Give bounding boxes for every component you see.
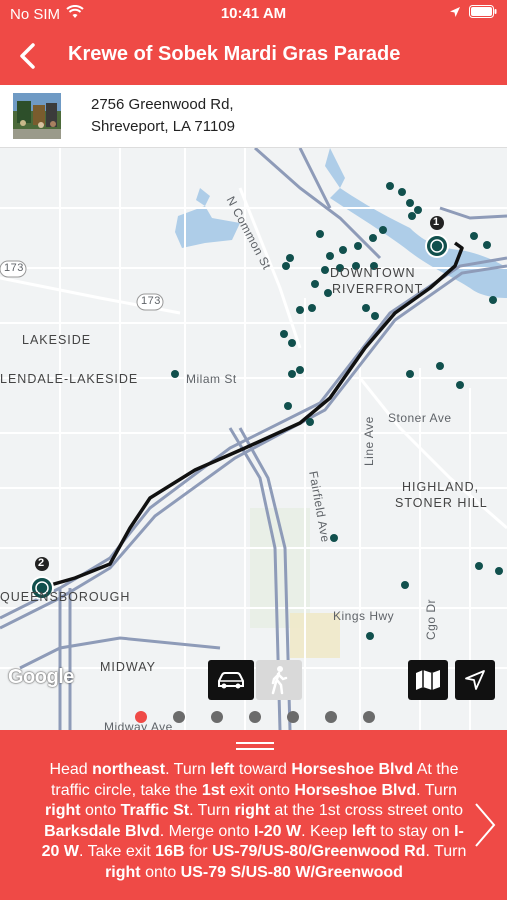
event-thumbnail[interactable] bbox=[13, 93, 61, 139]
map-label-downtown: DOWNTOWN bbox=[330, 266, 416, 280]
map-label-riverfront: RIVERFRONT bbox=[332, 282, 424, 296]
map-label-highland-1: HIGHLAND, bbox=[402, 480, 480, 494]
page-title: Krewe of Sobek Mardi Gras Parade bbox=[68, 43, 401, 65]
page-dot[interactable] bbox=[249, 711, 261, 723]
direction-text-segment: . Keep bbox=[301, 822, 352, 840]
nav-bar: Krewe of Sobek Mardi Gras Parade bbox=[0, 28, 507, 85]
address-line-1: 2756 Greenwood Rd, bbox=[91, 96, 234, 113]
map-label-line-ave: Line Ave bbox=[362, 416, 376, 466]
map-label-milam: Milam St bbox=[186, 372, 237, 386]
direction-keyword: left bbox=[351, 822, 376, 840]
status-bar: No SIM 10:41 AM bbox=[0, 0, 507, 28]
map-label-lakeside: LAKESIDE bbox=[22, 333, 92, 347]
map-label-highland-2: STONER HILL bbox=[395, 496, 488, 510]
walking-person-icon bbox=[271, 666, 288, 695]
address-bar: 2756 Greenwood Rd, Shreveport, LA 71109 bbox=[0, 85, 507, 148]
start-marker-number: 1 bbox=[433, 216, 440, 228]
location-arrow-icon bbox=[449, 5, 461, 22]
direction-text-segment: toward bbox=[234, 761, 292, 778]
direction-keyword: I-20 W bbox=[254, 822, 302, 840]
direction-keyword: right bbox=[234, 802, 270, 819]
direction-keyword: US-79 S/US-80 W/Greenwood bbox=[180, 863, 403, 881]
page-dot[interactable] bbox=[363, 711, 375, 723]
direction-text-segment: at the 1st cross street onto bbox=[269, 802, 463, 819]
direction-text-segment: onto bbox=[140, 863, 181, 881]
directions-panel[interactable]: Head northeast. Turn left toward Horsesh… bbox=[0, 730, 507, 900]
direction-text-segment: . Turn bbox=[189, 802, 235, 819]
driving-mode-button[interactable] bbox=[208, 660, 254, 700]
map-label-hwy173-a: 173 bbox=[4, 262, 24, 274]
page-indicator bbox=[0, 708, 507, 726]
direction-text-segment: . Turn bbox=[416, 781, 458, 799]
page-dot[interactable] bbox=[211, 711, 223, 723]
next-step-button[interactable] bbox=[470, 800, 500, 850]
direction-text-segment: exit onto bbox=[224, 781, 295, 799]
direction-keyword: 16B bbox=[155, 843, 185, 860]
drag-handle[interactable] bbox=[236, 742, 274, 752]
direction-keyword: right bbox=[45, 802, 81, 819]
direction-keyword: Barksdale Blvd bbox=[44, 822, 160, 840]
clock: 10:41 AM bbox=[220, 5, 287, 22]
map-label-queensborough: QUEENSBOROUGH bbox=[0, 590, 131, 604]
map-label-midway: MIDWAY bbox=[100, 660, 156, 674]
direction-keyword: Horseshoe Blvd bbox=[291, 761, 414, 778]
page-dot[interactable] bbox=[325, 711, 337, 723]
direction-text-segment: onto bbox=[80, 802, 121, 819]
address-text: 2756 Greenwood Rd, Shreveport, LA 71109 bbox=[91, 94, 235, 138]
map-label-hwy173-b: 173 bbox=[141, 295, 161, 307]
car-icon bbox=[218, 672, 244, 689]
page-dot[interactable] bbox=[173, 711, 185, 723]
page-dot[interactable] bbox=[287, 711, 299, 723]
route-map[interactable]: 1 2 N Common St DOWNTOWN RIVERFRONT 173 … bbox=[0, 148, 507, 730]
map-label-glendale: LENDALE-LAKESIDE bbox=[0, 372, 139, 386]
address-line-2: Shreveport, LA 71109 bbox=[91, 118, 235, 135]
chevron-right-icon bbox=[475, 803, 496, 847]
direction-keyword: Traffic St bbox=[120, 802, 190, 819]
map-label-cgo-dr: Cgo Dr bbox=[424, 598, 438, 640]
back-button[interactable] bbox=[12, 40, 42, 72]
direction-keyword: left bbox=[210, 761, 235, 778]
my-location-button[interactable] bbox=[455, 660, 495, 700]
direction-keyword: US-79/US-80/Greenwood Rd bbox=[212, 843, 426, 860]
map-type-button[interactable] bbox=[408, 660, 448, 700]
direction-keyword: 1st bbox=[201, 781, 225, 799]
end-marker-number: 2 bbox=[38, 557, 45, 569]
direction-text-segment: to stay on bbox=[375, 822, 455, 840]
direction-text-segment: for bbox=[184, 843, 213, 860]
battery-icon bbox=[469, 5, 497, 22]
direction-keyword: northeast bbox=[92, 761, 166, 778]
direction-text-segment: . Turn bbox=[165, 761, 211, 778]
direction-keyword: Horseshoe Blvd bbox=[294, 781, 417, 799]
direction-text-segment: . Turn bbox=[425, 843, 467, 860]
walking-mode-button[interactable] bbox=[256, 660, 302, 700]
direction-text-segment: Head bbox=[49, 761, 93, 778]
directions-text: Head northeast. Turn left toward Horsesh… bbox=[40, 760, 468, 883]
google-logo: Google bbox=[8, 666, 74, 688]
chevron-left-icon bbox=[20, 43, 35, 69]
status-right bbox=[449, 5, 497, 22]
direction-text-segment: . Merge onto bbox=[159, 822, 254, 840]
direction-text-segment: . Take exit bbox=[78, 843, 156, 860]
map-label-kings-hwy: Kings Hwy bbox=[333, 609, 395, 623]
map-icon bbox=[416, 670, 440, 690]
direction-keyword: right bbox=[105, 863, 141, 881]
navigation-arrow-icon bbox=[465, 670, 485, 690]
map-label-stoner-ave: Stoner Ave bbox=[388, 411, 452, 425]
page-dot[interactable] bbox=[135, 711, 147, 723]
